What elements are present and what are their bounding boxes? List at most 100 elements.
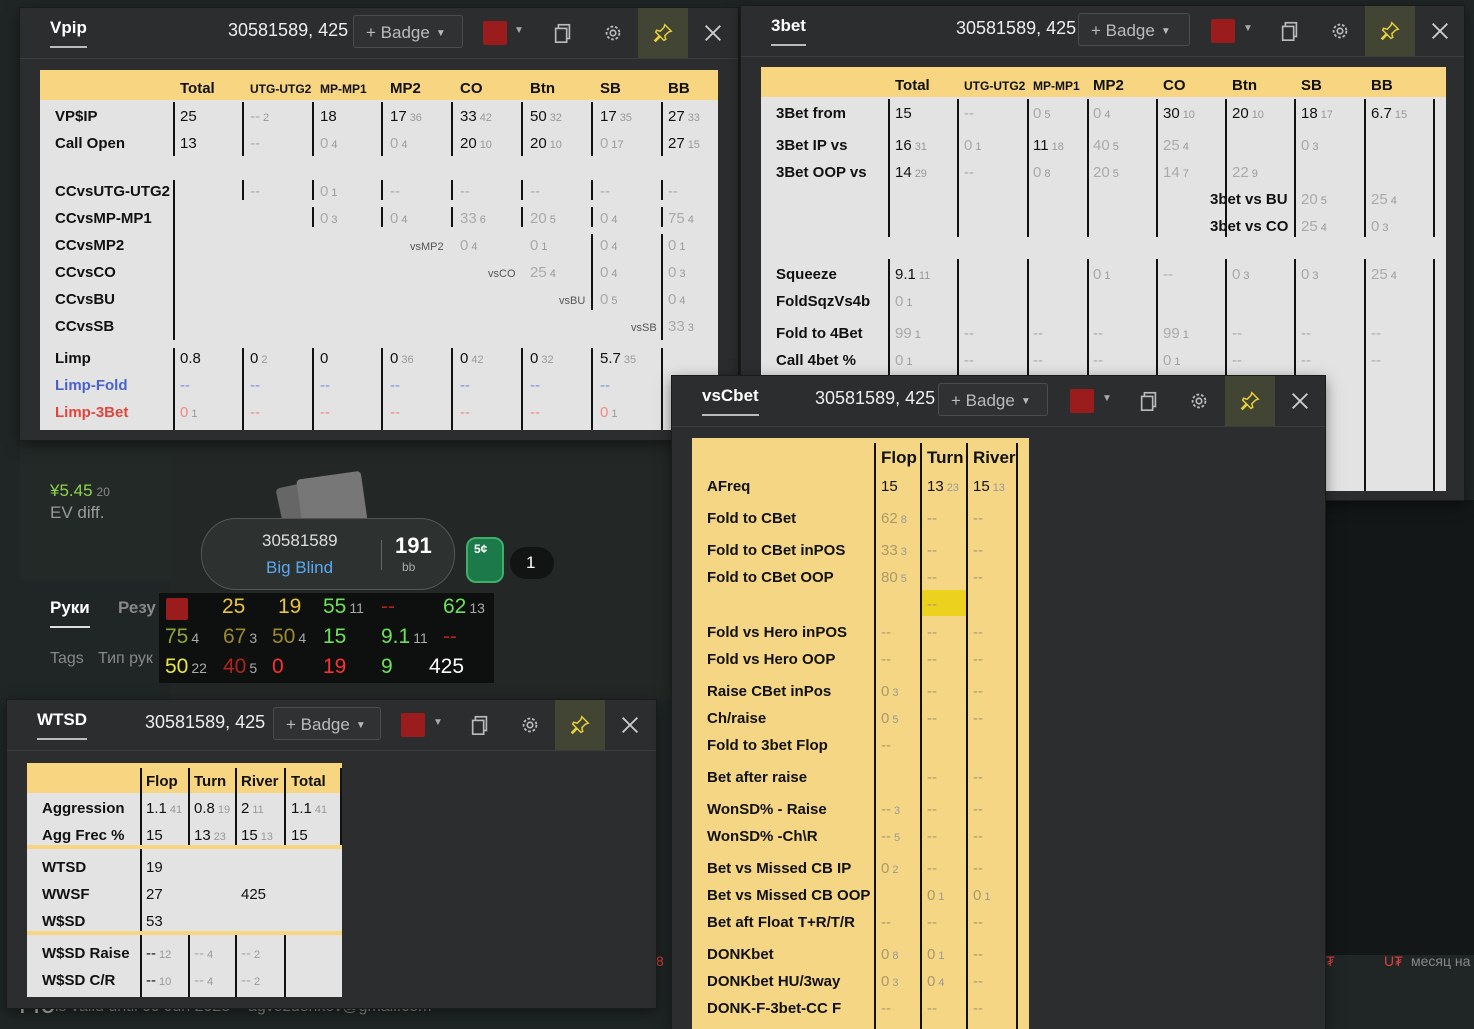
row-label: Fold vs Hero inPOS	[707, 624, 847, 641]
table-cell: --	[927, 596, 937, 613]
column-divider	[381, 348, 383, 430]
tab-results[interactable]: Резу	[118, 598, 156, 618]
table-cell: 99 1	[895, 325, 921, 342]
gear-icon[interactable]	[505, 700, 555, 750]
gear-icon[interactable]	[1174, 376, 1224, 426]
wtsd-badge-button[interactable]: + Badge ▼	[273, 707, 381, 740]
copy-icon[interactable]	[538, 8, 588, 58]
close-icon[interactable]	[1275, 376, 1325, 426]
cell-value: --	[927, 683, 937, 700]
cell-value: 50	[530, 108, 547, 125]
chevron-down-icon[interactable]: ▼	[1243, 23, 1253, 34]
row-label: FoldSqzVs4b	[776, 293, 870, 310]
filter-tags[interactable]: Tags	[50, 650, 84, 668]
sample-count: 22	[191, 660, 207, 676]
row-label: 3bet vs CO	[1210, 218, 1288, 235]
cell-value: Limp-Fold	[55, 377, 128, 394]
sample-count: 3	[894, 805, 901, 817]
cell-value: --	[973, 769, 983, 786]
table-cell: 13 23	[194, 827, 226, 844]
threebet-badge-button[interactable]: + Badge ▼	[1078, 13, 1190, 46]
copy-icon[interactable]	[455, 700, 505, 750]
vpip-badge-button[interactable]: + Badge ▼	[353, 15, 463, 48]
player-hud[interactable]: 25 19 55 11 -- 62 13 75 4 67 3 50 4 15 9.1 11 -- 50 22 40 5 0…	[159, 593, 494, 683]
wtsd-color-swatch[interactable]	[401, 713, 425, 737]
table-cell: 04	[600, 264, 617, 281]
cell-value: Total	[291, 773, 326, 790]
vpip-color-swatch[interactable]	[483, 21, 507, 45]
vpip-title[interactable]: Vpip	[50, 18, 87, 48]
table-cell: 01	[1093, 266, 1110, 283]
pin-icon[interactable]	[638, 8, 688, 58]
chevron-down-icon[interactable]: ▼	[514, 25, 524, 36]
cell-value: 62	[881, 510, 898, 527]
cell-value: 15	[323, 625, 347, 648]
row-label: Bet vs Missed CB IP	[707, 860, 851, 877]
cell-value: 3bet vs CO	[1210, 218, 1289, 235]
vscbet-color-swatch[interactable]	[1070, 389, 1094, 413]
cell-value: --	[927, 569, 937, 586]
row-label: CCvsMP2	[55, 237, 124, 254]
tab-hands[interactable]: Руки	[50, 598, 90, 628]
column-divider	[242, 180, 244, 200]
hud-stat: 75 4	[165, 625, 199, 649]
table-cell: --	[973, 801, 983, 818]
row-band	[27, 931, 342, 935]
column-divider	[1294, 99, 1296, 237]
cell-value: --	[1093, 352, 1103, 369]
sample-count: 41	[169, 804, 183, 816]
sample-count: 4	[1320, 222, 1327, 234]
chevron-down-icon[interactable]: ▼	[433, 717, 443, 728]
cell-value: 0	[530, 350, 539, 367]
close-icon[interactable]	[688, 8, 738, 58]
row-label: Agg Frec %	[42, 827, 125, 844]
table-cell: --	[927, 828, 937, 845]
table-cell: -- 12	[146, 945, 171, 962]
cell-value: Bet after raise	[707, 769, 808, 786]
threebet-color-swatch[interactable]	[1211, 19, 1235, 43]
cell-value: Total	[180, 80, 215, 97]
sample-count: 17	[611, 139, 624, 151]
cell-value: 0	[390, 135, 399, 152]
filter-hand-type[interactable]: Тип рук	[98, 650, 153, 668]
pin-icon[interactable]	[1365, 6, 1415, 56]
row-label: DONK-F-3bet-CC F	[707, 1000, 841, 1017]
copy-icon[interactable]	[1124, 376, 1174, 426]
cell-value: 0	[250, 350, 259, 367]
cell-value: --	[973, 828, 983, 845]
sample-count: 35	[619, 112, 632, 124]
cell-value: 19	[278, 595, 302, 618]
table-cell: 01	[668, 237, 685, 254]
gear-icon[interactable]	[1315, 6, 1365, 56]
gear-icon[interactable]	[588, 8, 638, 58]
cell-value: 9	[381, 655, 393, 678]
table-cell: 0 36	[390, 350, 414, 367]
cell-value: UTG-UTG2	[250, 82, 312, 96]
sample-count: 11	[413, 630, 428, 646]
pin-icon[interactable]	[555, 700, 605, 750]
column-divider	[284, 768, 286, 845]
chevron-down-icon: ▼	[1160, 26, 1171, 38]
cell-value: 6.7	[1371, 105, 1392, 122]
threebet-title[interactable]: 3bet	[771, 16, 806, 46]
close-icon[interactable]	[1415, 6, 1465, 56]
close-icon[interactable]	[605, 700, 655, 750]
vscbet-title[interactable]: vsCbet	[702, 386, 759, 416]
table-cell: 01	[895, 352, 912, 369]
vscbet-badge-button[interactable]: + Badge ▼	[938, 383, 1048, 416]
badge-label: + Badge	[286, 715, 350, 734]
table-cell: 01	[320, 183, 337, 200]
table-cell: --	[973, 860, 983, 877]
sample-count: 32	[541, 354, 554, 366]
chevron-down-icon[interactable]: ▼	[1102, 393, 1112, 404]
sample-count: 17	[1320, 109, 1333, 121]
cell-value: vsMP2	[410, 241, 444, 253]
vpip-window: Vpip 30581589, 425 + Badge ▼ ▼ Total UTG-U…	[20, 8, 738, 440]
row-label: Fold vs Hero OOP	[707, 651, 835, 668]
sample-count: 4	[1104, 109, 1111, 121]
pin-icon[interactable]	[1225, 376, 1275, 426]
column-divider	[235, 768, 237, 845]
table-cell: 13 23	[927, 478, 959, 495]
wtsd-title[interactable]: WTSD	[37, 710, 88, 740]
copy-icon[interactable]	[1265, 6, 1315, 56]
